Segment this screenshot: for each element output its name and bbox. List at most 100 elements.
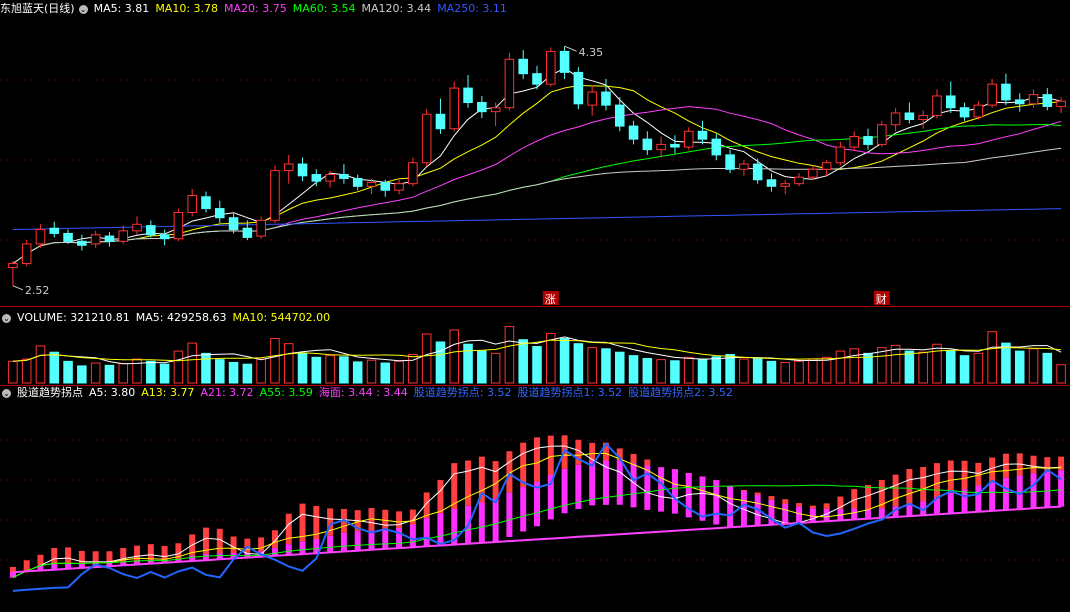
volume-bar xyxy=(228,361,239,384)
volume-bar xyxy=(835,350,846,384)
legend-item: MA120: 3.44 xyxy=(361,2,432,15)
volume-bar xyxy=(932,343,942,384)
candle xyxy=(683,130,694,148)
volume-bar xyxy=(752,357,763,384)
volume-bar xyxy=(532,346,542,384)
volume-bar xyxy=(118,363,129,384)
volume-bar xyxy=(1056,364,1066,384)
candle xyxy=(1042,94,1053,107)
volume-bar xyxy=(311,356,322,384)
volume-bar xyxy=(1028,348,1039,384)
volume-bar xyxy=(766,360,777,384)
candle xyxy=(601,91,611,106)
ma10-line xyxy=(12,84,1062,265)
candle xyxy=(8,263,18,269)
volume-bar xyxy=(352,361,363,384)
volume-bar xyxy=(173,350,184,384)
volume-bar xyxy=(587,347,597,384)
stock-title: 东旭蓝天(日线) xyxy=(0,2,75,15)
candle xyxy=(201,196,211,210)
legend-item: MA250: 3.11 xyxy=(437,2,507,15)
candle xyxy=(642,138,653,151)
candle xyxy=(932,95,942,117)
candle xyxy=(752,163,763,181)
volume-bar xyxy=(283,343,294,384)
panel-separator xyxy=(0,306,1070,307)
candle xyxy=(794,176,804,185)
candle xyxy=(35,229,46,245)
candle xyxy=(380,181,391,191)
volume-bar xyxy=(628,355,639,384)
legend-item: A13: 3.77 xyxy=(141,386,195,399)
volume-bar xyxy=(987,331,997,384)
candle xyxy=(863,136,873,145)
volume-bar xyxy=(242,363,253,384)
legend-item: MA20: 3.75 xyxy=(224,2,287,15)
volume-bar xyxy=(863,352,873,384)
candle xyxy=(877,124,887,145)
indicator-panel-header: ⌄ 股道趋势拐点 A5: 3.80 A13: 3.77 A21: 3.72 A55: 3.… xyxy=(0,385,745,401)
legend-item: 股道趋势拐点 xyxy=(17,386,83,399)
candle xyxy=(63,232,73,242)
volume-bar xyxy=(297,352,308,384)
candle xyxy=(394,183,404,191)
candle xyxy=(421,113,432,164)
volume-bar xyxy=(63,360,73,384)
volume-bar xyxy=(904,350,915,384)
candle xyxy=(297,163,308,177)
volume-bar xyxy=(1014,350,1025,384)
candle xyxy=(435,113,446,130)
volume-legend: VOLUME: 321210.81 MA5: 429258.63 MA10: 544… xyxy=(17,311,336,324)
volume-bar xyxy=(187,342,197,384)
candle xyxy=(311,174,322,182)
candle xyxy=(490,107,501,113)
candle xyxy=(352,177,363,187)
volume-panel-header: ⌄ VOLUME: 321210.81 MA5: 429258.63 MA10: 54… xyxy=(0,310,342,326)
collapse-icon[interactable]: ⌄ xyxy=(78,4,88,14)
legend-item: MA60: 3.54 xyxy=(292,2,356,15)
volume-bar xyxy=(794,360,804,384)
volume-bar xyxy=(918,351,928,384)
indicator-legend: 股道趋势拐点 A5: 3.80 A13: 3.77 A21: 3.72 A55: 3.5… xyxy=(17,386,739,399)
collapse-icon[interactable]: ⌄ xyxy=(2,388,11,398)
volume-bar xyxy=(821,356,832,384)
candle xyxy=(463,87,473,103)
volume-bar xyxy=(780,361,791,384)
candle xyxy=(132,223,142,232)
low-marker xyxy=(12,285,24,291)
volume-bar xyxy=(256,358,266,384)
candle xyxy=(228,217,239,231)
volume-bar xyxy=(159,363,170,384)
volume-bar xyxy=(90,362,101,384)
volume-bar xyxy=(711,356,722,384)
candle xyxy=(242,227,253,238)
event-label: 财 xyxy=(876,292,887,306)
volume-bar xyxy=(421,333,432,384)
legend-item: 股道趋势拐点: 3.52 xyxy=(413,386,512,399)
ma250-line xyxy=(12,208,1062,230)
candle xyxy=(1056,100,1066,107)
candle xyxy=(808,168,818,178)
candle xyxy=(215,208,225,219)
legend-item: A21: 3.72 xyxy=(200,386,254,399)
candle xyxy=(283,163,294,172)
candle xyxy=(656,143,666,151)
volume-bar xyxy=(449,329,460,384)
main-panel-header: 东旭蓝天(日线) ⌄ MA5: 3.81 MA10: 3.78 MA20: 3.75 MA… xyxy=(0,1,519,17)
volume-bar xyxy=(725,354,735,384)
candle xyxy=(1028,94,1039,105)
ma120-line xyxy=(12,147,1062,265)
volume-bar xyxy=(215,359,225,384)
event-label: 涨 xyxy=(545,293,556,306)
volume-bar xyxy=(435,341,446,384)
volume-bar xyxy=(35,345,46,384)
legend-item: MA5: 429258.63 xyxy=(135,311,227,324)
volume-bar xyxy=(504,326,515,384)
candle xyxy=(890,112,901,126)
volume-bar xyxy=(477,350,487,384)
candle xyxy=(187,194,197,214)
volume-bar xyxy=(49,351,60,384)
candle xyxy=(339,174,349,179)
volume-bar xyxy=(201,352,211,384)
collapse-icon[interactable]: ⌄ xyxy=(2,313,11,323)
